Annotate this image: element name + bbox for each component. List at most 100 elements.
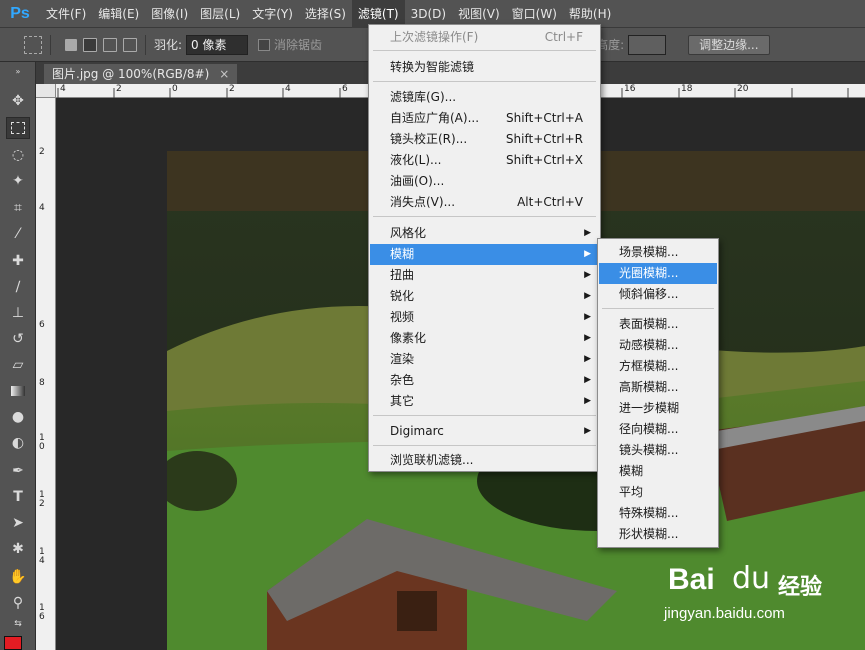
- vertical-ruler[interactable]: 2 4 6 8 10 12 14 16: [36, 98, 56, 650]
- menu-item-label: 镜头校正(R)...: [390, 132, 468, 146]
- menu-item-adaptive-wide-angle[interactable]: 自适应广角(A)... Shift+Ctrl+A: [370, 108, 599, 129]
- shape-tool-icon[interactable]: ✱: [6, 538, 30, 560]
- hand-tool-icon[interactable]: ✋: [6, 566, 30, 588]
- menu-item-gaussian-blur[interactable]: 高斯模糊...: [599, 377, 717, 398]
- menu-item-shape-blur[interactable]: 形状模糊...: [599, 524, 717, 545]
- ruler-label: 16: [39, 603, 45, 622]
- menu-item-radial-blur[interactable]: 径向模糊...: [599, 419, 717, 440]
- menu-item-digimarc[interactable]: Digimarc ▶: [370, 421, 599, 442]
- type-tool-icon[interactable]: T: [6, 486, 30, 508]
- baidu-watermark: Bai du 经验 jingyan.baidu.com: [660, 555, 865, 630]
- menu-item-label: 视频: [390, 310, 415, 324]
- menu-file[interactable]: 文件(F): [40, 0, 92, 28]
- menu-item-label: 杂色: [390, 373, 415, 387]
- menu-item-render[interactable]: 渲染 ▶: [370, 349, 599, 370]
- shortcut-label: Shift+Ctrl+R: [505, 132, 583, 146]
- antialias-checkbox[interactable]: [258, 38, 271, 51]
- menu-item-blur-simple[interactable]: 模糊: [599, 461, 717, 482]
- marquee-tool-icon[interactable]: [6, 117, 30, 139]
- pen-tool-icon[interactable]: ✒: [6, 460, 30, 482]
- menu-item-iris-blur[interactable]: 光圈模糊...: [599, 263, 717, 284]
- lasso-tool-icon[interactable]: ◌: [6, 144, 30, 166]
- ruler-label: 2: [39, 147, 45, 157]
- eyedropper-tool-icon[interactable]: ⁄: [6, 223, 30, 245]
- add-selection-icon[interactable]: [83, 37, 97, 52]
- submenu-arrow-icon: ▶: [584, 333, 591, 343]
- submenu-arrow-icon: ▶: [584, 396, 591, 406]
- healing-brush-tool-icon[interactable]: ✚: [6, 250, 30, 272]
- menu-item-other[interactable]: 其它 ▶: [370, 391, 599, 412]
- menu-item-last-filter[interactable]: 上次滤镜操作(F) Ctrl+F: [370, 27, 599, 48]
- menu-item-label: 渲染: [390, 352, 415, 366]
- brush-tool-icon[interactable]: ∕: [6, 276, 30, 298]
- menu-item-blur[interactable]: 模糊 ▶: [370, 244, 599, 265]
- blur-tool-icon[interactable]: ●: [6, 406, 30, 428]
- menu-item-smart-blur[interactable]: 特殊模糊...: [599, 503, 717, 524]
- blur-submenu: 场景模糊... 光圈模糊... 倾斜偏移... 表面模糊... 动感模糊... …: [597, 238, 719, 548]
- menu-edit[interactable]: 编辑(E): [92, 0, 145, 28]
- menu-item-motion-blur[interactable]: 动感模糊...: [599, 335, 717, 356]
- path-selection-tool-icon[interactable]: ➤: [6, 512, 30, 534]
- menu-item-pixelate[interactable]: 像素化 ▶: [370, 328, 599, 349]
- magic-wand-tool-icon[interactable]: ✦: [6, 170, 30, 192]
- submenu-arrow-icon: ▶: [584, 270, 591, 280]
- foreground-color-swatch[interactable]: [4, 636, 22, 650]
- new-selection-icon[interactable]: [65, 38, 77, 51]
- submenu-arrow-icon: ▶: [584, 426, 591, 436]
- height-input[interactable]: [628, 34, 667, 55]
- menu-item-browse-online-filters[interactable]: 浏览联机滤镜...: [370, 450, 599, 471]
- menu-item-lens-correction[interactable]: 镜头校正(R)... Shift+Ctrl+R: [370, 129, 599, 150]
- baidu-paw-text: du: [732, 561, 771, 596]
- refine-edge-button[interactable]: 调整边缘...: [688, 34, 770, 55]
- zoom-tool-icon[interactable]: ⚲: [6, 592, 30, 614]
- menu-item-stylize[interactable]: 风格化 ▶: [370, 223, 599, 244]
- menu-image[interactable]: 图像(I): [145, 0, 194, 28]
- menu-item-average[interactable]: 平均: [599, 482, 717, 503]
- menu-item-label: 锐化: [390, 289, 415, 303]
- move-tool-icon[interactable]: ✥: [6, 90, 30, 112]
- swap-colors-icon[interactable]: ⇆: [6, 617, 30, 631]
- baidu-logo-text: Bai: [668, 563, 715, 596]
- ruler-label: 12: [39, 490, 45, 509]
- menu-item-noise[interactable]: 杂色 ▶: [370, 370, 599, 391]
- menu-item-box-blur[interactable]: 方框模糊...: [599, 356, 717, 377]
- close-tab-icon[interactable]: ×: [219, 64, 229, 84]
- ruler-label: 2: [229, 84, 235, 94]
- menu-type[interactable]: 文字(Y): [246, 0, 299, 28]
- menu-item-surface-blur[interactable]: 表面模糊...: [599, 314, 717, 335]
- menu-item-filter-gallery[interactable]: 滤镜库(G)...: [370, 87, 599, 108]
- menu-item-blur-more[interactable]: 进一步模糊: [599, 398, 717, 419]
- menu-item-label: 模糊: [390, 247, 415, 261]
- menu-item-liquify[interactable]: 液化(L)... Shift+Ctrl+X: [370, 150, 599, 171]
- menu-divider: [373, 50, 596, 51]
- menu-item-vanishing-point[interactable]: 消失点(V)... Alt+Ctrl+V: [370, 192, 599, 213]
- antialias-label: 消除锯齿: [274, 38, 323, 52]
- document-tab[interactable]: 图片.jpg @ 100%(RGB/8#) ×: [44, 64, 238, 84]
- marquee-tool-icon[interactable]: [24, 35, 42, 54]
- history-brush-tool-icon[interactable]: ↺: [6, 328, 30, 350]
- menu-item-smart-filter[interactable]: 转换为智能滤镜: [370, 57, 599, 78]
- divider: [145, 34, 146, 55]
- menu-select[interactable]: 选择(S): [299, 0, 352, 28]
- menu-item-label: 自适应广角(A)...: [390, 111, 480, 125]
- menu-item-distort[interactable]: 扭曲 ▶: [370, 265, 599, 286]
- ruler-origin[interactable]: [36, 84, 56, 98]
- menu-item-lens-blur[interactable]: 镜头模糊...: [599, 440, 717, 461]
- collapse-icon[interactable]: »: [6, 66, 30, 76]
- crop-tool-icon[interactable]: ⌗: [6, 197, 30, 219]
- gradient-tool-icon[interactable]: [6, 380, 30, 402]
- menu-item-tilt-shift[interactable]: 倾斜偏移...: [599, 284, 717, 305]
- subtract-selection-icon[interactable]: [103, 37, 117, 52]
- menu-item-video[interactable]: 视频 ▶: [370, 307, 599, 328]
- menu-item-label: 风格化: [390, 226, 427, 240]
- intersect-selection-icon[interactable]: [123, 37, 137, 52]
- shortcut-label: Shift+Ctrl+X: [506, 153, 583, 167]
- menu-item-oil-paint[interactable]: 油画(O)...: [370, 171, 599, 192]
- menu-layer[interactable]: 图层(L): [194, 0, 246, 28]
- stamp-tool-icon[interactable]: ⊥: [6, 302, 30, 324]
- menu-item-field-blur[interactable]: 场景模糊...: [599, 242, 717, 263]
- eraser-tool-icon[interactable]: ▱: [6, 354, 30, 376]
- feather-input[interactable]: 0 像素: [186, 34, 249, 55]
- dodge-tool-icon[interactable]: ◐: [6, 432, 30, 454]
- menu-item-sharpen[interactable]: 锐化 ▶: [370, 286, 599, 307]
